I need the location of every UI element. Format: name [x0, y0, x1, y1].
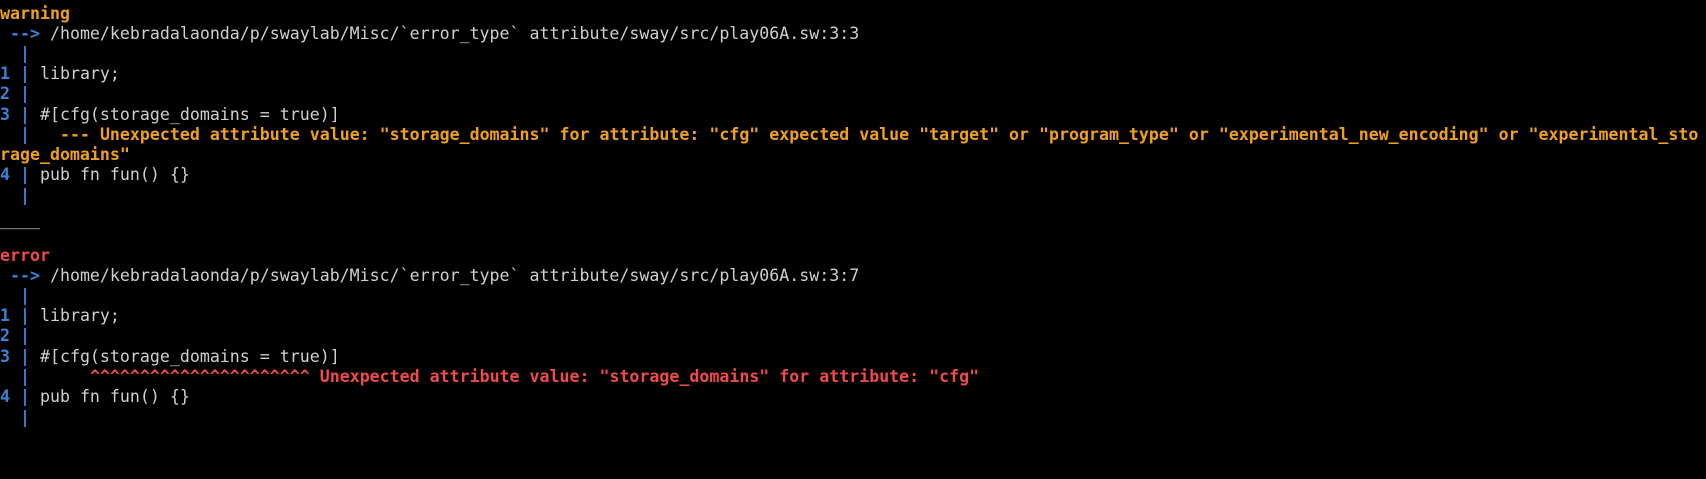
- line-number: 4: [0, 165, 10, 184]
- gutter-bar: |: [0, 286, 30, 305]
- location-arrow: -->: [0, 266, 40, 285]
- error-label: error: [0, 246, 50, 265]
- code-text: #[cfg(storage_domains = true)]: [39, 105, 340, 124]
- warning-message-wrap: rage_domains": [0, 145, 130, 164]
- code-line: 3 | #[cfg(storage_domains = true)]: [0, 347, 340, 366]
- code-text: library;: [39, 306, 120, 325]
- line-number: 2: [0, 84, 10, 103]
- warning-location-line: --> /home/kebradalaonda/p/swaylab/Misc/`…: [0, 23, 859, 45]
- separator-rule: ____: [0, 210, 40, 229]
- code-line: 3 | #[cfg(storage_domains = true)]: [0, 105, 340, 124]
- terminal-output: warning --> /home/kebradalaonda/p/swayla…: [0, 0, 1706, 479]
- code-line: 4 | pub fn fun() {}: [0, 387, 190, 406]
- error-file-path: /home/kebradalaonda/p/swaylab/Misc/`erro…: [49, 266, 860, 285]
- error-marker: ^^^^^^^^^^^^^^^^^^^^^^: [89, 367, 310, 386]
- code-line: 1 | library;: [0, 64, 120, 83]
- error-message: Unexpected attribute value: "storage_dom…: [319, 367, 980, 386]
- line-number: 1: [0, 306, 10, 325]
- code-line: 1 | library;: [0, 306, 120, 325]
- warning-message: Unexpected attribute value: "storage_dom…: [99, 125, 1699, 144]
- line-number: 3: [0, 105, 10, 124]
- error-location-line: --> /home/kebradalaonda/p/swaylab/Misc/`…: [0, 265, 859, 287]
- code-line: 4 | pub fn fun() {}: [0, 165, 190, 184]
- code-text: library;: [39, 64, 120, 83]
- warning-file-path: /home/kebradalaonda/p/swaylab/Misc/`erro…: [49, 24, 860, 43]
- line-number: 2: [0, 326, 10, 345]
- error-annotation: | ^^^^^^^^^^^^^^^^^^^^^^ Unexpected attr…: [0, 367, 980, 386]
- warning-annotation: | --- Unexpected attribute value: "stora…: [0, 125, 1699, 144]
- code-line: 2 |: [0, 326, 40, 345]
- code-text: pub fn fun() {}: [39, 387, 190, 406]
- line-number: 4: [0, 387, 10, 406]
- gutter-bar: |: [0, 44, 30, 63]
- line-number: 1: [0, 64, 10, 83]
- warning-marker: ---: [59, 125, 90, 144]
- location-arrow: -->: [0, 24, 40, 43]
- line-number: 3: [0, 347, 10, 366]
- code-text: #[cfg(storage_domains = true)]: [39, 347, 340, 366]
- code-text: pub fn fun() {}: [39, 165, 190, 184]
- warning-label: warning: [0, 4, 70, 23]
- code-line: 2 |: [0, 84, 40, 103]
- gutter-bar: |: [0, 186, 30, 205]
- gutter-bar: |: [0, 408, 30, 427]
